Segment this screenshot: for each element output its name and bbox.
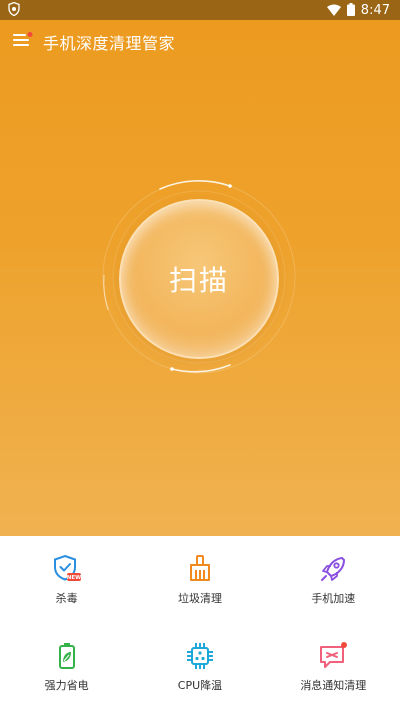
scan-label: 扫描: [168, 264, 229, 297]
broom-icon: [185, 554, 215, 584]
menu-icon: [13, 32, 33, 52]
feature-speed-up[interactable]: 手机加速: [267, 536, 400, 623]
feature-label: CPU降温: [177, 678, 223, 692]
feature-power-save[interactable]: 强力省电: [0, 623, 133, 710]
shield-check-icon: NEW: [52, 554, 82, 584]
feature-label: 强力省电: [44, 678, 89, 692]
notification-dot: [27, 32, 33, 37]
wifi-icon: [326, 1, 341, 20]
app-title: 手机深度清理管家: [43, 34, 176, 53]
cpu-icon: [185, 641, 215, 671]
status-bar: 8:47: [0, 0, 400, 20]
feature-label: 杀毒: [55, 591, 78, 605]
feature-label: 手机加速: [311, 591, 356, 605]
status-time: 8:47: [360, 2, 390, 18]
menu-button[interactable]: [12, 31, 34, 53]
feature-label: 垃圾清理: [177, 591, 222, 605]
battery-icon: [346, 1, 355, 20]
feature-junk-clean[interactable]: 垃圾清理: [133, 536, 266, 623]
feature-grid: NEW 杀毒 垃圾清理 手机加速 强力省电 CPU降温 消息通知清理: [0, 536, 400, 710]
feature-label: 消息通知清理: [300, 678, 367, 692]
message-icon: [318, 641, 348, 671]
scan-button[interactable]: 扫描: [119, 199, 279, 359]
feature-antivirus[interactable]: NEW 杀毒: [0, 536, 133, 623]
feature-notification-clean[interactable]: 消息通知清理: [267, 623, 400, 710]
battery-leaf-icon: [52, 641, 82, 671]
app-bar: 手机深度清理管家: [0, 20, 400, 64]
rocket-icon: [318, 554, 348, 584]
new-badge: NEW: [66, 575, 80, 581]
scan-widget: 扫描: [100, 175, 300, 375]
notification-dot: [341, 641, 348, 648]
feature-cpu-cool[interactable]: CPU降温: [133, 623, 266, 710]
shield-app-icon: [8, 1, 20, 20]
